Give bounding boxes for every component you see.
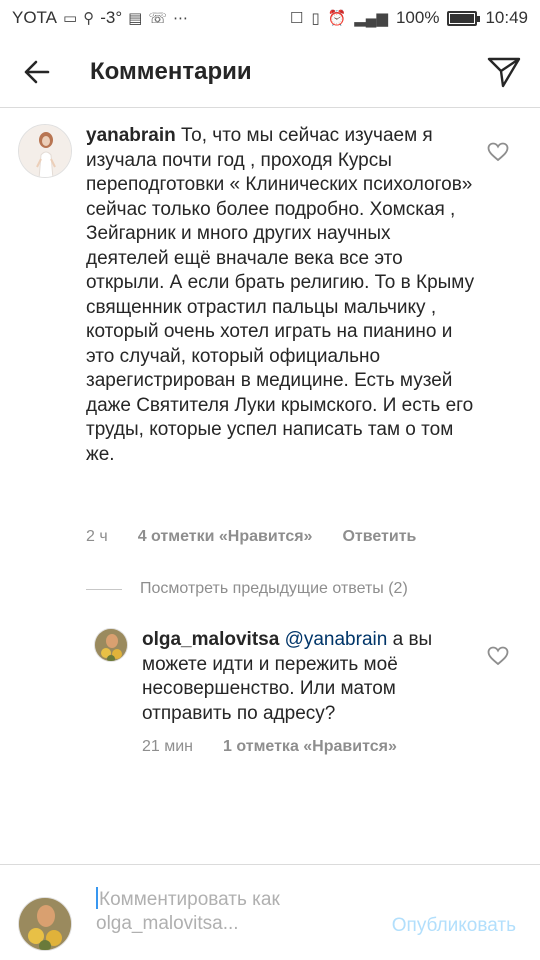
view-previous-replies[interactable]: Посмотреть предыдущие ответы (2) [86,580,408,598]
clock: 10:49 [485,8,528,27]
comment-input-placeholder: Комментировать как olga_malovitsa... [96,889,280,934]
comment-input[interactable]: Комментировать как olga_malovitsa... [96,887,356,936]
comment-time: 2 ч [86,528,108,545]
status-bar: YOTA ▭ ⚲ -3° ▤ ☏ ⋯ ☐ ▯ ⏰ ▂▄▆ 100% 10:49 [0,0,540,36]
share-button[interactable] [484,52,524,92]
more-dots-icon: ⋯ [173,9,189,27]
nfc-icon: ☐ [289,9,304,27]
carrier-label: YOTA [12,8,58,27]
user-photo-icon [19,898,71,950]
comment-body: yanabrain То, что мы сейчас изучаем я из… [86,124,478,467]
battery-fill [450,13,475,23]
heart-icon [487,646,509,666]
reply-likes[interactable]: 1 отметка «Нравится» [223,738,397,756]
reply-avatar[interactable] [94,628,128,662]
text-cursor [96,887,98,909]
laptop-icon: ▭ [63,9,78,27]
back-button[interactable] [0,36,72,108]
publish-button[interactable]: Опубликовать [392,915,516,937]
replies-divider [86,588,122,590]
search-icon: ⚲ [83,9,95,27]
comment-likes[interactable]: 4 отметки «Нравится» [138,528,313,546]
status-right: ☐ ▯ ⏰ ▂▄▆ 100% 10:49 [290,8,528,28]
send-icon [487,57,521,88]
header: Комментарии [0,36,540,108]
activity-icon: ▤ [128,9,143,27]
comment-like-button[interactable] [484,138,512,166]
comment-text: То, что мы сейчас изучаем я изучала почт… [86,125,475,465]
comment-username[interactable]: yanabrain [86,125,176,146]
signal-icon: ▂▄▆ [354,9,388,27]
back-arrow-icon [24,60,50,83]
reply-username[interactable]: olga_malovitsa [142,629,279,650]
battery-icon [447,10,481,26]
avatar[interactable] [18,124,72,178]
user-photo-icon [19,125,71,177]
composer-avatar [18,897,72,951]
reply-like-button[interactable] [484,642,512,670]
view-replies-label: Посмотреть предыдущие ответы (2) [140,580,408,597]
heart-icon [487,142,509,162]
reply-button[interactable]: Ответить [342,528,416,546]
user-photo-icon [95,629,127,661]
reply-mention[interactable]: @yanabrain [285,629,388,650]
reply-body: olga_malovitsa @yanabrain а вы можете ид… [142,628,442,726]
whatsapp-icon: ☏ [148,9,168,27]
comment-composer: Комментировать как olga_malovitsa... Опу… [0,864,540,960]
reply-time: 21 мин [142,738,194,755]
battery-percent: 100% [395,8,440,27]
alarm-icon: ⏰ [327,9,347,27]
page-title: Комментарии [90,57,252,85]
vibrate-icon: ▯ [311,9,320,27]
status-left: YOTA ▭ ⚲ -3° ▤ ☏ ⋯ [12,8,188,28]
comment-meta: 2 ч 4 отметки «Нравится» Ответить [86,528,416,546]
temperature-label: -3° [100,8,123,27]
reply-meta: 21 мин 1 отметка «Нравится» [142,738,427,756]
